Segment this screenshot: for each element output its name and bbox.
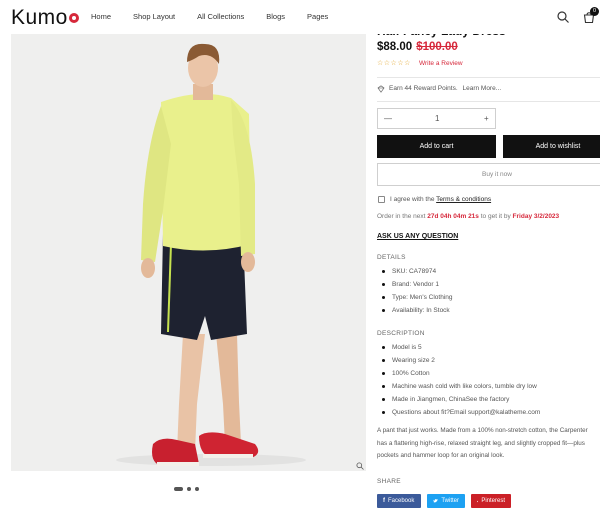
- list-item: 100% Cotton: [382, 367, 540, 380]
- countdown-timer: 27d 04h 04m 21s: [427, 213, 479, 220]
- zoom-icon[interactable]: [356, 462, 364, 470]
- share-heading: SHARE: [377, 478, 401, 485]
- reward-points: Earn 44 Reward Points. Learn More...: [389, 85, 502, 92]
- twitter-icon: [433, 499, 438, 503]
- nav-shop-layout[interactable]: Shop Layout: [133, 12, 175, 21]
- product-image[interactable]: [11, 34, 366, 471]
- delivery-countdown: Order in the next 27d 04h 04m 21s to get…: [377, 213, 560, 220]
- description-list: Model is 5 Wearing size 2 100% Cotton Ma…: [382, 341, 540, 419]
- search-icon[interactable]: [556, 10, 570, 24]
- terms-checkbox[interactable]: [378, 196, 385, 203]
- list-item: Wearing size 2: [382, 354, 540, 367]
- nav-all-collections[interactable]: All Collections: [197, 12, 244, 21]
- list-item: Model is 5: [382, 341, 540, 354]
- cart-count-badge: 0: [590, 7, 599, 16]
- terms-link[interactable]: Terms & conditions: [436, 196, 491, 203]
- carousel-dot-2[interactable]: [187, 487, 191, 491]
- rating-stars-icon: ☆☆☆☆☆: [377, 60, 411, 67]
- details-heading: DETAILS: [377, 254, 406, 261]
- description-paragraph: A pant that just works. Made from a 100%…: [377, 427, 588, 459]
- list-item: Questions about fit?Email support@kalath…: [382, 406, 540, 419]
- add-to-cart-button[interactable]: Add to cart: [377, 135, 496, 158]
- divider: [377, 77, 600, 78]
- details-list: SKU: CA78974 Brand: Vendor 1 Type: Men's…: [382, 265, 453, 317]
- terms-agreement: I agree with the Terms & conditions: [390, 196, 492, 203]
- write-review-link[interactable]: Write a Review: [419, 60, 463, 67]
- list-item: Machine wash cold with like colors, tumb…: [382, 380, 540, 393]
- site-header: Kumo Home Shop Layout All Collections Bl…: [0, 0, 600, 34]
- buy-now-button[interactable]: Buy it now: [377, 163, 600, 186]
- ask-question-link[interactable]: ASK US ANY QUESTION: [377, 233, 458, 240]
- list-item: SKU: CA78974: [382, 265, 453, 278]
- quantity-stepper: — 1 +: [377, 108, 496, 129]
- share-facebook-button[interactable]: f Facebook: [377, 494, 421, 508]
- list-item: Availability: In Stock: [382, 304, 453, 317]
- nav-pages[interactable]: Pages: [307, 12, 328, 21]
- reward-icon: [377, 85, 385, 93]
- add-to-wishlist-button[interactable]: Add to wishlist: [503, 135, 600, 158]
- current-price: $88.00: [377, 41, 413, 53]
- product-price: $88.00 $100.00: [377, 41, 458, 53]
- list-item: Made in Jiangmen, ChinaSee the factory: [382, 393, 540, 406]
- nav-home[interactable]: Home: [91, 12, 111, 21]
- image-carousel-dots: [174, 487, 199, 491]
- carousel-dot-1[interactable]: [174, 487, 183, 491]
- site-logo[interactable]: Kumo: [11, 6, 79, 30]
- share-pinterest-button[interactable]: Pinterest: [471, 494, 511, 508]
- delivery-date: Friday 3/2/2023: [512, 213, 560, 220]
- list-item: Type: Men's Clothing: [382, 291, 453, 304]
- share-twitter-button[interactable]: Twitter: [427, 494, 465, 508]
- share-buttons: f Facebook Twitter Pinterest: [377, 494, 511, 508]
- qty-input[interactable]: 1: [435, 114, 439, 123]
- description-heading: DESCRIPTION: [377, 330, 425, 337]
- carousel-dot-3[interactable]: [195, 487, 199, 491]
- nav-blogs[interactable]: Blogs: [266, 12, 285, 21]
- pinterest-icon: [477, 500, 479, 502]
- divider: [377, 101, 600, 102]
- learn-more-link[interactable]: Learn More...: [462, 85, 501, 92]
- main-nav: Home Shop Layout All Collections Blogs P…: [91, 12, 328, 21]
- old-price: $100.00: [416, 41, 458, 53]
- qty-plus-button[interactable]: +: [484, 114, 489, 123]
- logo-dot-icon: [68, 13, 79, 24]
- model-photo: [11, 34, 366, 471]
- list-item: Brand: Vendor 1: [382, 278, 453, 291]
- qty-minus-button[interactable]: —: [384, 114, 392, 123]
- facebook-icon: f: [383, 498, 385, 504]
